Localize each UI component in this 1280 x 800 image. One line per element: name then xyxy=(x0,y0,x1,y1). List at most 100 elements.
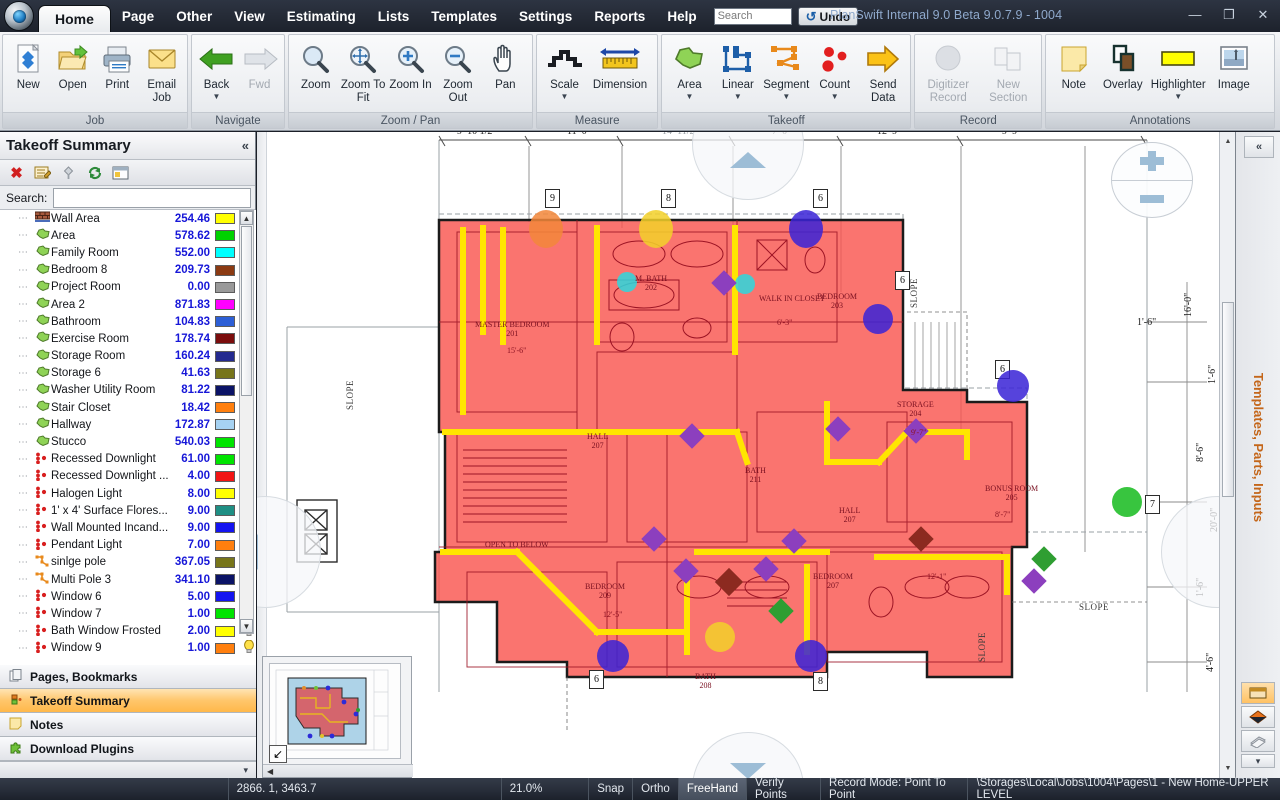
takeoff-row[interactable]: ⋯Project Room0.00 xyxy=(0,279,256,296)
count-marker-orange-1[interactable] xyxy=(529,210,563,248)
filter-icon[interactable] xyxy=(60,164,77,181)
takeoff-item-color-swatch[interactable] xyxy=(215,282,235,293)
send-data-button[interactable]: Send Data xyxy=(859,39,907,104)
refresh-icon[interactable] xyxy=(86,164,103,181)
takeoff-row[interactable]: ⋯Wall Area254.46 xyxy=(0,210,256,227)
takeoff-item-color-swatch[interactable] xyxy=(215,230,235,241)
highlighter-dropdown-icon[interactable]: ▼ xyxy=(1174,93,1182,100)
scroll-up-icon[interactable]: ▲ xyxy=(240,211,253,225)
count-marker-blue-2[interactable] xyxy=(863,304,893,334)
drawing-canvas[interactable]: 9'-10 1/2" 11'-0" 14'-11/2" 7'-0" 12'-9"… xyxy=(257,132,1235,778)
pan-button[interactable]: Pan xyxy=(482,39,529,92)
columns-icon[interactable] xyxy=(112,164,129,181)
properties-icon[interactable] xyxy=(34,164,51,181)
collapse-panel-icon[interactable]: « xyxy=(242,138,249,153)
takeoff-row[interactable]: ⋯Halogen Light8.00 xyxy=(0,485,256,502)
status-ortho-toggle[interactable]: Ortho xyxy=(633,778,679,800)
maximize-icon[interactable]: ❐ xyxy=(1220,7,1238,23)
count-marker-green-1[interactable] xyxy=(1112,487,1142,517)
count-marker-yellow-2[interactable] xyxy=(705,622,735,652)
takeoff-item-color-swatch[interactable] xyxy=(215,626,235,637)
area-dropdown-icon[interactable]: ▼ xyxy=(686,93,694,100)
minimize-icon[interactable]: — xyxy=(1186,7,1204,23)
segment-button[interactable]: Segment ▼ xyxy=(762,39,810,100)
segment-dropdown-icon[interactable]: ▼ xyxy=(782,93,790,100)
takeoff-item-color-swatch[interactable] xyxy=(215,643,235,654)
takeoff-item-color-swatch[interactable] xyxy=(215,265,235,276)
count-dropdown-icon[interactable]: ▼ xyxy=(831,93,839,100)
takeoff-item-color-swatch[interactable] xyxy=(215,574,235,585)
menu-item-templates[interactable]: Templates xyxy=(420,0,508,32)
callout-bubble-7[interactable]: 7 xyxy=(1145,495,1160,514)
count-marker-blue-1[interactable] xyxy=(789,210,823,248)
takeoff-row[interactable]: ⋯Family Room552.00 xyxy=(0,244,256,261)
menu-item-settings[interactable]: Settings xyxy=(508,0,583,32)
back-button[interactable]: Back ▼ xyxy=(195,39,238,100)
menu-item-view[interactable]: View xyxy=(223,0,276,32)
scroll-down-icon[interactable]: ▼ xyxy=(240,619,253,633)
menu-item-other[interactable]: Other xyxy=(165,0,223,32)
print-button[interactable]: Print xyxy=(95,39,140,92)
canvas-vertical-scrollbar[interactable]: ▲ ▼ xyxy=(1219,132,1235,778)
canvas-scroll-up-icon[interactable]: ▲ xyxy=(1222,135,1234,148)
menu-item-reports[interactable]: Reports xyxy=(583,0,656,32)
takeoff-row[interactable]: ⋯Window 91.00 xyxy=(0,640,256,657)
count-marker-blue-4[interactable] xyxy=(597,640,629,672)
menu-item-help[interactable]: Help xyxy=(656,0,707,32)
takeoff-row[interactable]: ⋯Stucco540.03 xyxy=(0,433,256,450)
thumbnail-page[interactable] xyxy=(269,663,401,759)
zoom-out-control[interactable] xyxy=(1112,181,1192,218)
image-button[interactable]: Image xyxy=(1209,39,1258,92)
takeoff-item-color-swatch[interactable] xyxy=(215,333,235,344)
new-button[interactable]: New xyxy=(6,39,51,92)
count-marker-cyan-1[interactable] xyxy=(617,272,637,292)
takeoff-list-scrollbar[interactable]: ▲ ▼ xyxy=(239,210,254,634)
takeoff-item-color-swatch[interactable] xyxy=(215,505,235,516)
linear-button[interactable]: Linear ▼ xyxy=(714,39,762,100)
area-button[interactable]: Area ▼ xyxy=(665,39,713,100)
sidebar-item-notes[interactable]: Notes xyxy=(0,713,256,737)
panel-nav-overflow[interactable]: ▾ xyxy=(0,761,256,778)
takeoff-row[interactable]: ⋯Exercise Room178.74 xyxy=(0,330,256,347)
takeoff-item-color-swatch[interactable] xyxy=(215,454,235,465)
count-marker-yellow-1[interactable] xyxy=(639,210,673,248)
takeoff-item-color-swatch[interactable] xyxy=(215,522,235,533)
takeoff-row[interactable]: ⋯Stair Closet18.42 xyxy=(0,399,256,416)
status-freehand-toggle[interactable]: FreeHand xyxy=(679,778,747,800)
thumbnail-restore-button[interactable]: ↙ xyxy=(269,745,287,763)
note-button[interactable]: Note xyxy=(1049,39,1098,92)
takeoff-item-color-swatch[interactable] xyxy=(215,385,235,396)
callout-bubble-8b[interactable]: 8 xyxy=(813,672,828,691)
page-thumbnail-navigator[interactable]: ↙ ◀ xyxy=(262,656,412,778)
zoom-in-button[interactable]: Zoom In xyxy=(387,39,434,92)
zoom-control-widget[interactable] xyxy=(1111,142,1193,218)
takeoff-row[interactable]: ⋯Area578.62 xyxy=(0,227,256,244)
back-dropdown-icon[interactable]: ▼ xyxy=(213,93,221,100)
takeoff-row[interactable]: ⋯Window 65.00 xyxy=(0,588,256,605)
count-button[interactable]: Count ▼ xyxy=(810,39,858,100)
highlighter-button[interactable]: Highlighter ▼ xyxy=(1147,39,1209,100)
app-orb-button[interactable] xyxy=(4,1,34,31)
inputs-icon[interactable] xyxy=(1241,730,1275,752)
takeoff-item-color-swatch[interactable] xyxy=(215,351,235,362)
takeoff-item-color-swatch[interactable] xyxy=(215,557,235,568)
takeoff-item-color-swatch[interactable] xyxy=(215,316,235,327)
takeoff-row[interactable]: ⋯Wall Mounted Incand...9.00 xyxy=(0,519,256,536)
takeoff-item-color-swatch[interactable] xyxy=(215,419,235,430)
takeoff-row[interactable]: ⋯Bathroom104.83 xyxy=(0,313,256,330)
canvas-scroll-down-icon[interactable]: ▼ xyxy=(1222,762,1234,775)
takeoff-row[interactable]: ⋯Washer Utility Room81.22 xyxy=(0,382,256,399)
sidebar-item-takeoff-summary[interactable]: Takeoff Summary xyxy=(0,689,256,713)
takeoff-row[interactable]: ⋯Area 2871.83 xyxy=(0,296,256,313)
menu-item-page[interactable]: Page xyxy=(111,0,165,32)
canvas-scrollbar-thumb[interactable] xyxy=(1222,302,1234,497)
takeoff-row[interactable]: ⋯Multi Pole 3341.10 xyxy=(0,571,256,588)
linear-dropdown-icon[interactable]: ▼ xyxy=(734,93,742,100)
takeoff-row[interactable]: ⋯Pendant Light7.00 xyxy=(0,537,256,554)
right-panel-collapse-icon[interactable]: « xyxy=(1244,136,1274,158)
status-record-mode[interactable]: Record Mode: Point To Point xyxy=(821,778,968,800)
dimension-button[interactable]: Dimension xyxy=(589,39,651,92)
takeoff-row[interactable]: ⋯Bath Window Frosted2.00 xyxy=(0,623,256,640)
takeoff-row[interactable]: ⋯Bedroom 8209.73 xyxy=(0,262,256,279)
scale-button[interactable]: Scale ▼ xyxy=(540,39,589,100)
